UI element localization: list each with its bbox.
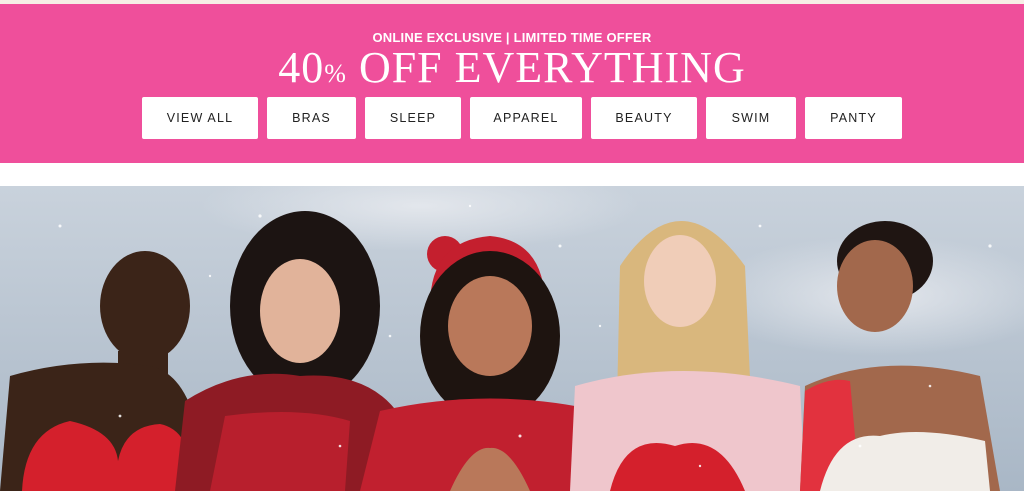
hero-photo-illustration <box>0 186 1024 491</box>
category-pill-panty[interactable]: PANTY <box>805 97 902 139</box>
category-pill-sleep[interactable]: SLEEP <box>365 97 461 139</box>
category-pill-swim[interactable]: SWIM <box>706 97 796 139</box>
hero-image[interactable] <box>0 186 1024 491</box>
promo-banner: ONLINE EXCLUSIVE | LIMITED TIME OFFER 40… <box>0 4 1024 163</box>
category-pill-view-all[interactable]: VIEW ALL <box>142 97 258 139</box>
category-pill-apparel[interactable]: APPAREL <box>470 97 582 139</box>
section-spacer <box>0 163 1024 186</box>
headline-text: OFF EVERYTHING <box>346 43 746 92</box>
category-pill-row: VIEW ALL BRAS SLEEP APPAREL BEAUTY SWIM … <box>0 97 1024 139</box>
headline-percent: % <box>324 59 347 88</box>
promo-headline[interactable]: 40% OFF EVERYTHING <box>0 44 1024 98</box>
category-pill-bras[interactable]: BRAS <box>267 97 356 139</box>
category-pill-beauty[interactable]: BEAUTY <box>591 97 697 139</box>
headline-number: 40 <box>278 43 325 92</box>
